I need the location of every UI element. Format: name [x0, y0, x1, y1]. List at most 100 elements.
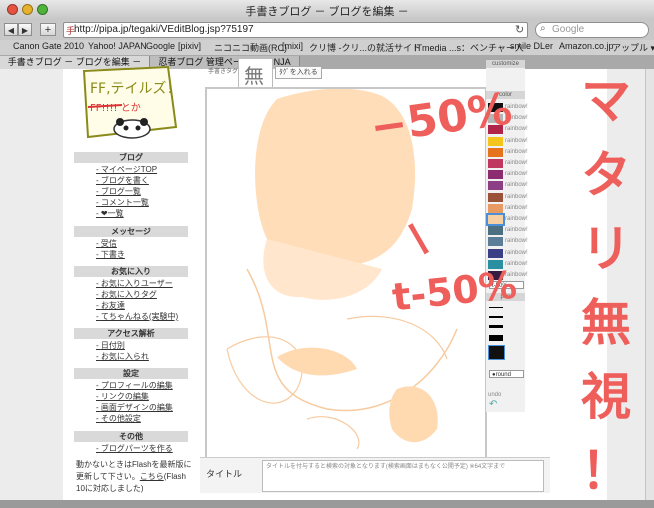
section-favorites-heading: お気に入り [74, 266, 188, 277]
bookmark-item[interactable]: Amazon.co.jp [559, 41, 614, 51]
undo-label: undo [488, 392, 502, 398]
window-title: 手書きブログ － ブログを編集 － [245, 6, 409, 18]
color-swatch[interactable] [488, 226, 503, 236]
link-blog-parts[interactable]: - ブログパーツを作る [96, 443, 173, 454]
link-heart-list[interactable]: - ❤一覧 [96, 208, 124, 219]
color-swatch[interactable] [488, 147, 503, 157]
vertical-scrollbar[interactable] [645, 69, 654, 500]
section-settings-heading: 設定 [74, 368, 188, 379]
pen-size-4[interactable] [489, 335, 503, 341]
link-other-settings[interactable]: - その他設定 [96, 413, 141, 424]
annotation-char: タ [581, 146, 631, 204]
forward-button[interactable]: ▶ [18, 23, 32, 36]
bookmark-item[interactable]: [mixi] [282, 41, 303, 51]
link-favorite-tags[interactable]: - お気に入りタグ [96, 289, 157, 300]
doodle-text-2: FF!!!! とか [90, 102, 141, 114]
pen-size-3[interactable] [489, 325, 503, 328]
link-edit-profile[interactable]: - プロフィールの編集 [96, 380, 173, 391]
swatch-label: rainbow! [505, 160, 528, 166]
link-inbox[interactable]: - 受信 [96, 238, 117, 249]
bookmark-item[interactable]: Yahoo! JAPAN [88, 41, 147, 51]
back-button[interactable]: ◀ [4, 23, 18, 36]
page-margin-left [0, 69, 63, 500]
title-label: タイトル [206, 469, 243, 479]
color-swatch[interactable] [488, 181, 503, 191]
annotation-char: リ [581, 220, 631, 278]
title-row: タイトル タイトルを付与すると検索の対象となります(検索画面はまもなく公開予定)… [200, 457, 550, 493]
annotation-char: マ [581, 72, 631, 130]
stamp-label: 手書きタグ [208, 69, 239, 75]
link-favorite-users[interactable]: - お気に入りユーザー [96, 278, 173, 289]
color-swatch[interactable] [488, 170, 503, 180]
annotation-char: ！ [581, 442, 631, 500]
address-bar[interactable]: 手 http://pipa.jp/tegaki/VEditBlog.jsp?75… [63, 22, 528, 38]
link-favorited[interactable]: - お気に入られ [96, 351, 149, 362]
swatch-label: rainbow! [505, 204, 528, 211]
doodle-text-1: FF,テイルズ！ [90, 81, 181, 97]
reload-icon[interactable]: ↻ [515, 23, 524, 36]
color-swatch[interactable] [488, 248, 503, 258]
insert-stamp-button[interactable]: ﾀｸﾞを入れる [275, 66, 322, 79]
search-placeholder: Google [552, 24, 585, 35]
bookmarks-bar: Canon Gate 2010 Yahoo! JAPAN Google [pix… [0, 40, 654, 56]
bookmark-item[interactable]: クリ博 -クリ...の就活サイト [309, 41, 421, 54]
profile-doodle-image: FF,テイルズ！ FF!!!! とか [82, 65, 181, 139]
link-edit-links[interactable]: - リンクの編集 [96, 391, 149, 402]
flash-update-link[interactable]: こちら [140, 472, 164, 481]
swatch-label: rainbow! [505, 249, 528, 256]
link-mypage-top[interactable]: - マイページTOP [96, 164, 157, 175]
window-titlebar: 手書きブログ － ブログを編集 － [0, 0, 654, 20]
link-friends[interactable]: - お友達 [96, 300, 125, 311]
color-swatch[interactable] [486, 213, 505, 226]
link-by-date[interactable]: - 日付別 [96, 340, 125, 351]
bookmark-item[interactable]: [pixiv] [178, 41, 201, 51]
color-swatch[interactable] [488, 136, 503, 146]
web-page: FF,テイルズ！ FF!!!! とか ブログ - マイページTOP - ブログを… [0, 58, 654, 500]
color-swatch[interactable] [488, 237, 503, 247]
swatch-label: rainbow! [505, 148, 528, 155]
bookmark-item[interactable]: アップル ▾ [612, 41, 654, 54]
swatch-label: rainbow! [505, 238, 528, 245]
section-blog-heading: ブログ [74, 152, 188, 163]
color-swatch[interactable] [488, 203, 503, 213]
swatch-label: rainbow! [505, 171, 528, 178]
title-hint: タイトルを付与すると検索の対象となります(検索画面はまもなく公開予定) ※64文… [266, 464, 506, 470]
bookmark-item[interactable]: ITmedia ...s：ベンチャー人 [414, 41, 524, 54]
section-analytics-heading: アクセス解析 [74, 328, 188, 339]
bookmark-item[interactable]: smile DLer [510, 41, 553, 51]
link-tech-channel[interactable]: - てちゃんねる(実験中) [96, 311, 178, 322]
annotation-vertical-text: マ タ リ 無 視 ！ [566, 64, 646, 508]
search-input[interactable]: ⌕ Google [535, 22, 649, 38]
flash-notice: 動かないときはFlashを最新版に更新して下さい。こちら(Flash 10に対応… [76, 460, 192, 493]
pen-size-selected[interactable] [488, 345, 505, 360]
pen-size-2[interactable] [489, 316, 503, 318]
color-swatch[interactable] [488, 192, 503, 202]
browser-toolbar: ◀ ▶ + 手 http://pipa.jp/tegaki/VEditBlog.… [0, 20, 654, 40]
annotation-char: 無 [581, 294, 631, 352]
bookmark-item[interactable]: ニコニコ動画(RC) [214, 41, 287, 54]
bookmark-item[interactable]: Google [146, 41, 175, 51]
section-message-heading: メッセージ [74, 226, 188, 237]
swatch-label: rainbow! [505, 182, 528, 189]
link-blog-list[interactable]: - ブログ一覧 [96, 186, 141, 197]
section-other-heading: その他 [74, 431, 188, 442]
url-text: http://pipa.jp/tegaki/VEditBlog.jsp?7519… [74, 24, 254, 35]
color-swatch[interactable] [488, 159, 503, 168]
palette-header: customize [486, 60, 525, 68]
annotation-char: 視 [581, 368, 631, 426]
swatch-label: rainbow! [505, 216, 528, 222]
link-edit-design[interactable]: - 画面デザインの編集 [96, 402, 173, 413]
link-comment-list[interactable]: - コメント一覧 [96, 197, 149, 208]
brush-shape-select[interactable]: ●round [489, 370, 524, 378]
undo-icon[interactable]: ↶ [489, 399, 497, 410]
add-bookmark-button[interactable]: + [40, 23, 56, 36]
swatch-label: rainbow! [505, 137, 528, 144]
bookmark-item[interactable]: Canon Gate 2010 [13, 41, 84, 51]
link-write-blog[interactable]: - ブログを書く [96, 175, 149, 186]
swatch-label: rainbow! [505, 227, 528, 234]
title-input[interactable]: タイトルを付与すると検索の対象となります(検索画面はまもなく公開予定) ※64文… [262, 460, 544, 492]
link-drafts[interactable]: - 下書き [96, 249, 125, 260]
svg-text:無: 無 [244, 64, 264, 88]
swatch-label: rainbow! [505, 193, 528, 200]
magnifier-icon: ⌕ [540, 23, 546, 34]
